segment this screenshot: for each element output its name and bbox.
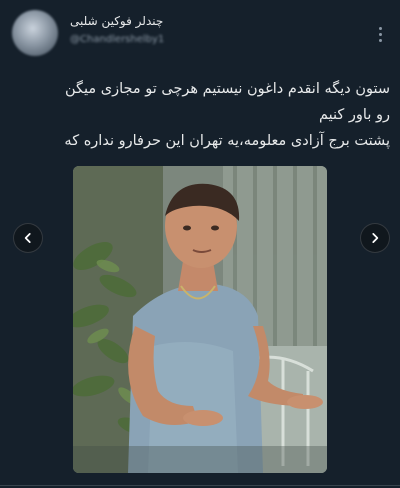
divider [0,485,400,486]
chevron-right-icon[interactable] [360,223,390,253]
tweet-header: چندلر فوکین شلبی @Chandlershelby1 [0,6,400,62]
tweet-card: چندلر فوکین شلبی @Chandlershelby1 ستون د… [0,0,400,488]
author-handle[interactable]: @Chandlershelby1 [70,34,164,45]
author-names: چندلر فوکین شلبی @Chandlershelby1 [70,14,164,45]
more-vertical-icon[interactable] [370,24,390,44]
tweet-text: ستون دیگه انقدم داغون نیستیم هرچی تو مجا… [8,76,390,154]
tweet-photo[interactable] [73,166,327,473]
tweet-text-line: ستون دیگه انقدم داغون نیستیم هرچی تو مجا… [64,81,390,97]
tweet-text-line: پشتت برج آزادی معلومه،یه تهران این حرفار… [64,133,390,149]
tweet-text-line: رو باور کنیم [319,107,390,123]
author-display-name[interactable]: چندلر فوکین شلبی [70,14,164,28]
avatar[interactable] [12,10,58,56]
chevron-left-icon[interactable] [13,223,43,253]
